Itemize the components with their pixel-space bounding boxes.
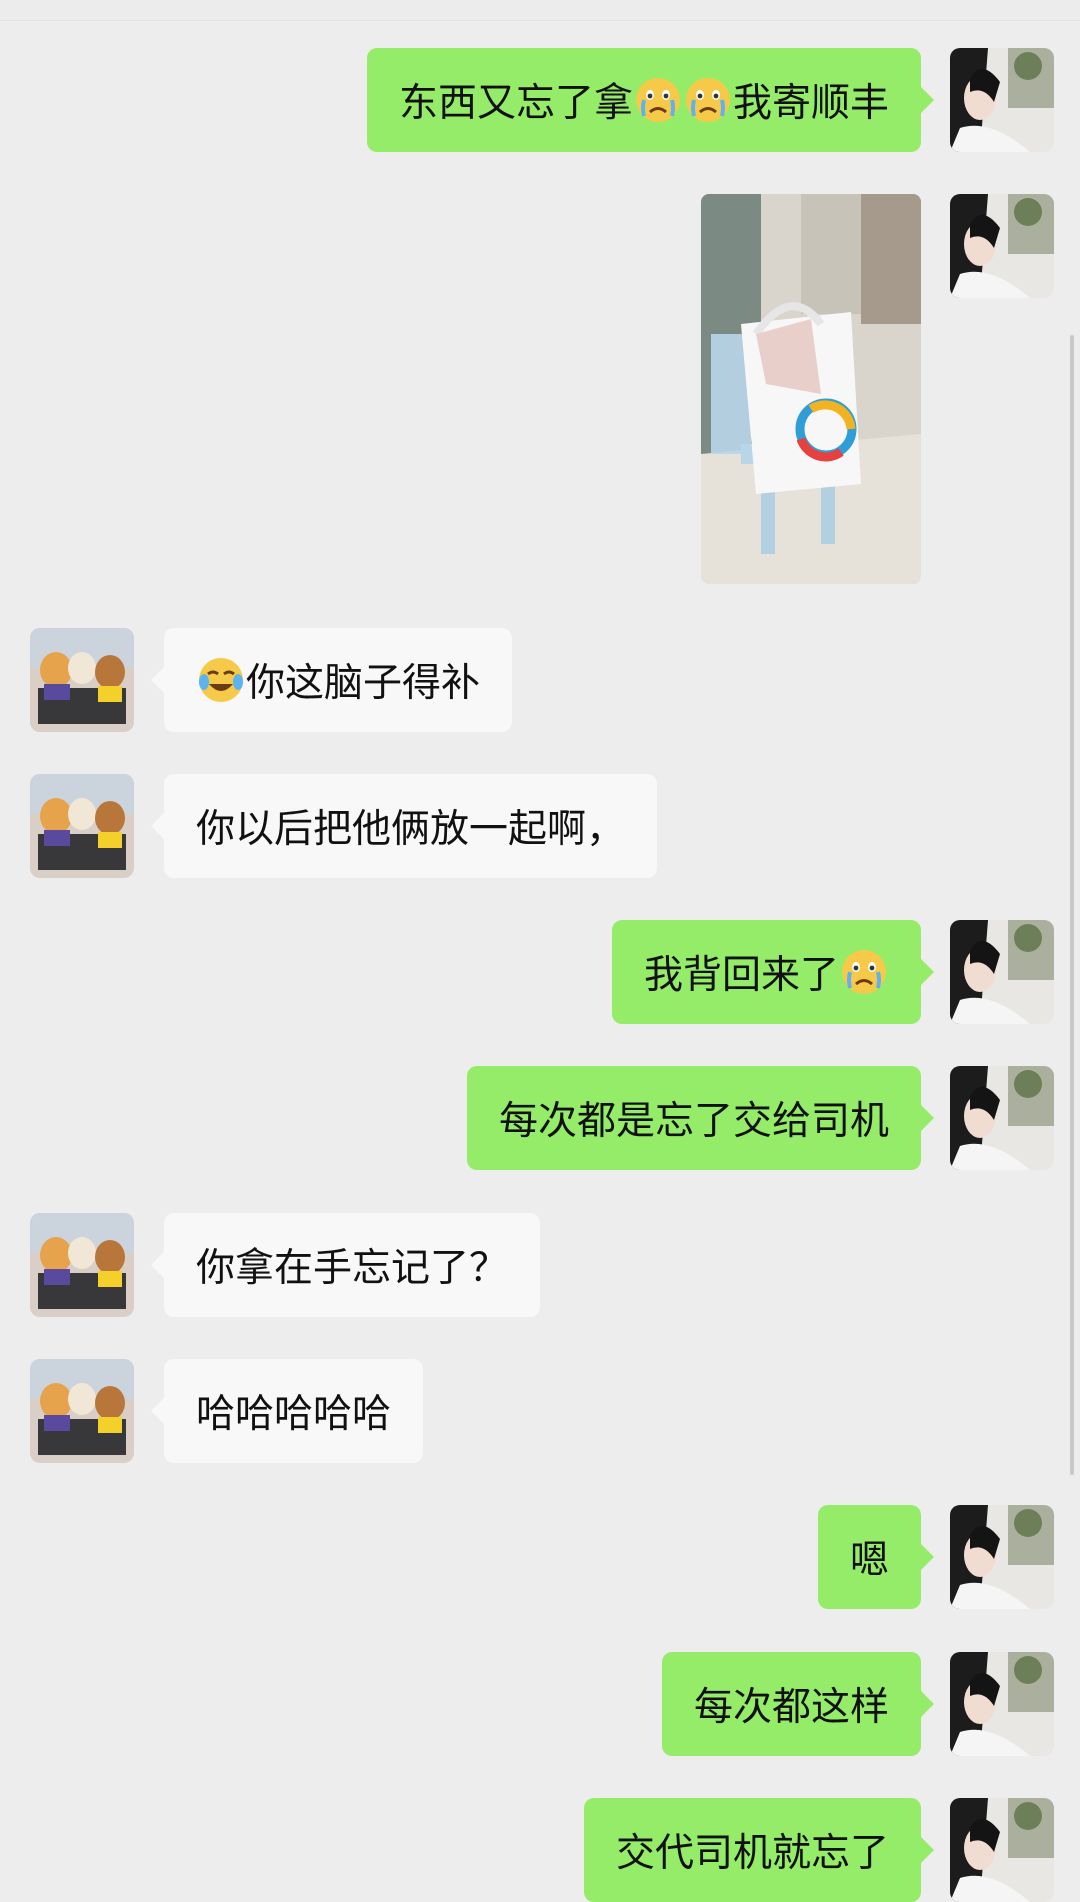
friend-avatar[interactable] [30, 1359, 134, 1463]
message-bubble[interactable]: 交代司机就忘了 [583, 1798, 935, 1902]
friend-avatar[interactable] [30, 774, 134, 878]
chat-image-message[interactable] [701, 194, 921, 584]
self-avatar[interactable] [950, 1798, 1054, 1902]
message-text: 我背回来了 [643, 953, 839, 998]
self-avatar[interactable] [950, 1066, 1054, 1170]
message-bubble[interactable]: 东西又忘了拿 我寄顺丰 [366, 48, 935, 152]
scrollbar[interactable] [1070, 335, 1074, 1475]
message-text: 你拿在手忘记了？ [196, 1246, 509, 1291]
message-bubble[interactable]: 我背回来了 [611, 920, 935, 1024]
tears-of-joy-emoji-icon [199, 658, 243, 702]
message-bubble[interactable]: 每次都这样 [661, 1652, 935, 1756]
message-bubble[interactable]: 嗯 [817, 1505, 935, 1609]
message-text: 你以后把他俩放一起啊， [196, 807, 626, 852]
bag-photo-icon [701, 194, 921, 584]
friend-avatar[interactable] [30, 628, 134, 732]
message-text: 你这脑子得补 [246, 661, 481, 706]
message-bubble[interactable]: 哈哈哈哈哈 [150, 1359, 424, 1463]
message-text: 每次都是忘了交给司机 [498, 1099, 889, 1144]
message-text: 交代司机就忘了 [615, 1831, 889, 1876]
self-avatar[interactable] [950, 48, 1054, 152]
message-bubble[interactable]: 你拿在手忘记了？ [150, 1213, 541, 1317]
message-text: 嗯 [849, 1538, 889, 1583]
self-avatar[interactable] [950, 1505, 1054, 1609]
message-bubble[interactable]: 每次都是忘了交给司机 [466, 1066, 935, 1170]
message-bubble[interactable]: 你这脑子得补 [150, 628, 513, 732]
crying-emoji-icon [635, 78, 680, 122]
self-avatar[interactable] [950, 920, 1054, 1024]
message-text: 哈哈哈哈哈 [196, 1392, 392, 1437]
crying-emoji-icon [842, 950, 886, 994]
crying-emoji-icon [685, 78, 730, 122]
friend-avatar[interactable] [30, 1213, 134, 1317]
message-text: 每次都这样 [693, 1685, 889, 1730]
self-avatar[interactable] [950, 1652, 1054, 1756]
self-avatar[interactable] [950, 194, 1054, 298]
message-text: 东西又忘了拿 [398, 81, 633, 126]
message-text: 我寄顺丰 [732, 81, 889, 126]
top-divider [0, 0, 1080, 21]
message-bubble[interactable]: 你以后把他俩放一起啊， [150, 774, 658, 878]
